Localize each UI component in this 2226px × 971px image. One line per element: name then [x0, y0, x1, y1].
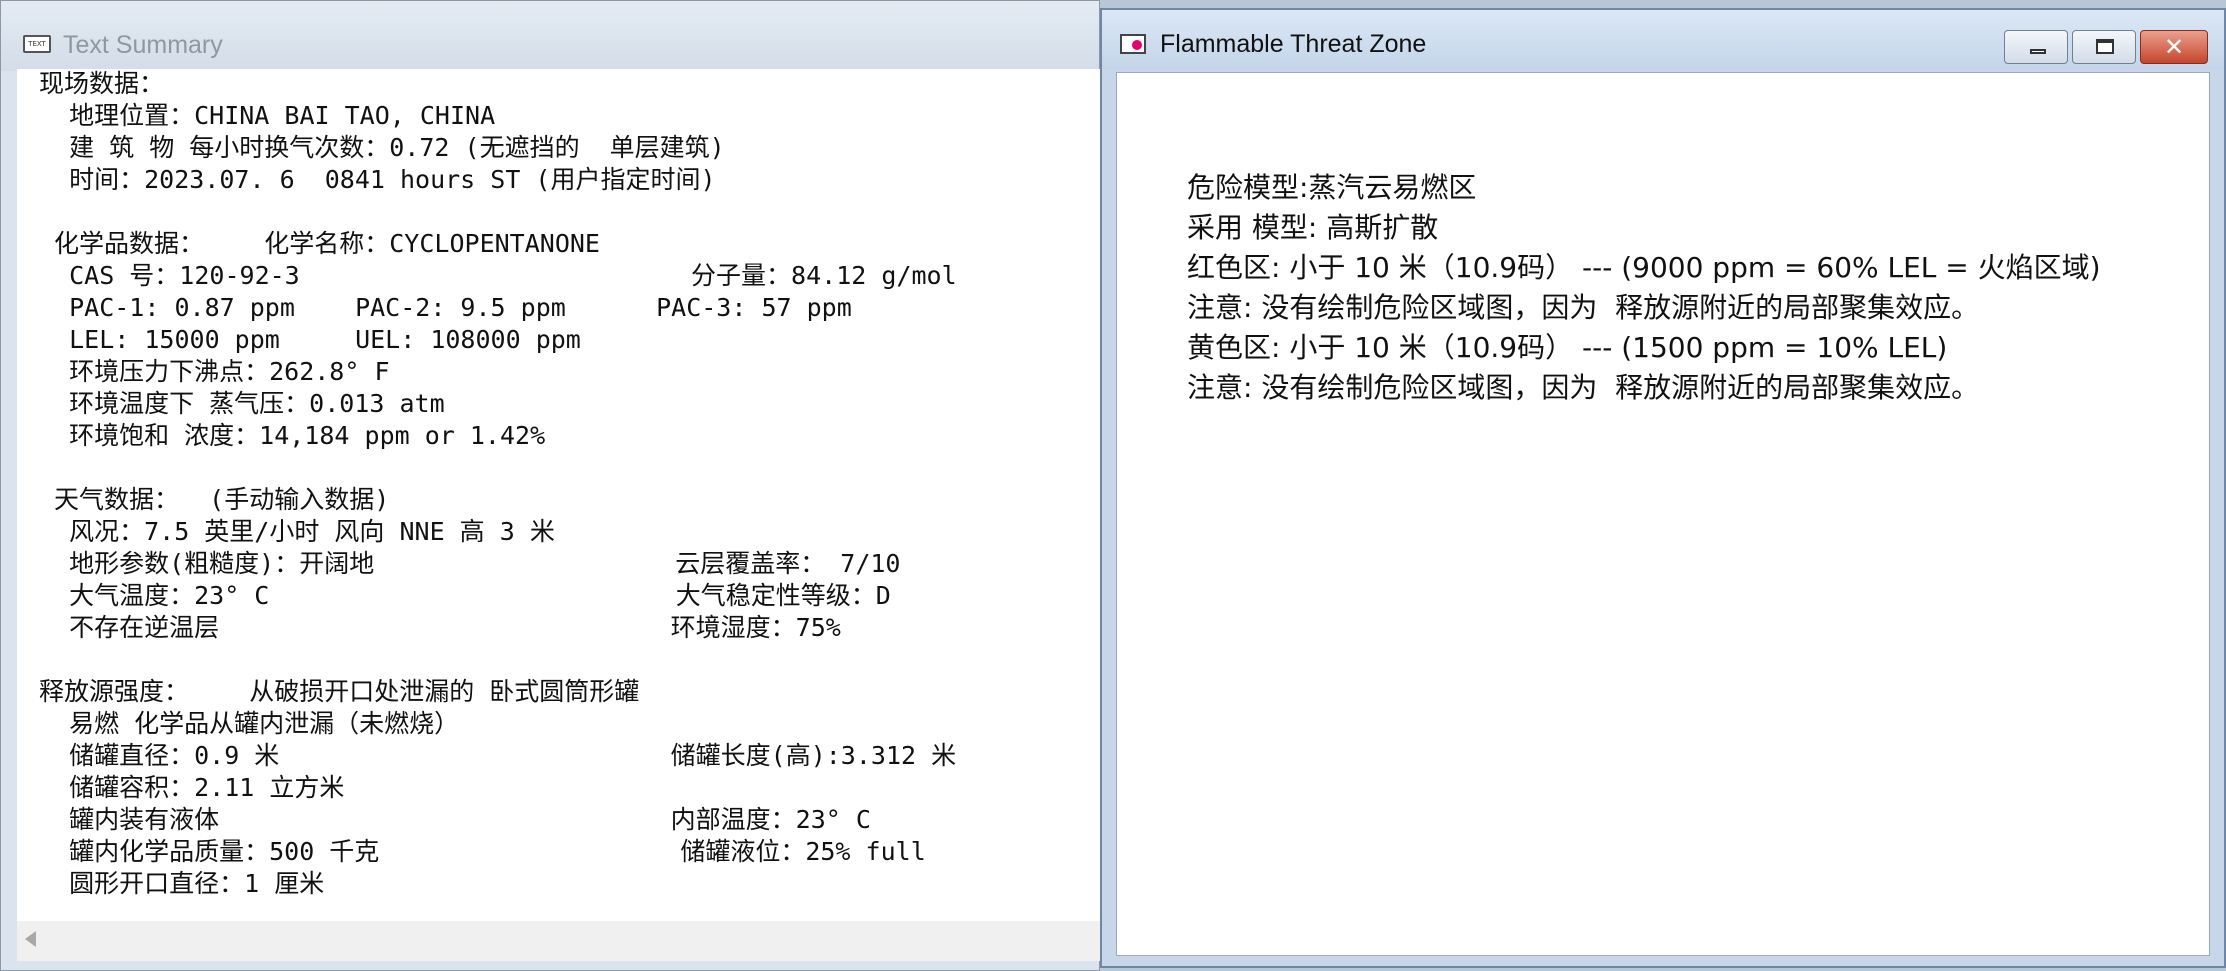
close-button[interactable]: ✕: [2140, 30, 2208, 64]
horizontal-scrollbar[interactable]: [17, 921, 1101, 961]
summary-line: 风况：7.5 英里/小时 风向 NNE 高 3 米: [39, 517, 555, 546]
summary-line: 储罐容积：2.11 立方米: [39, 773, 345, 802]
text-summary-window[interactable]: TEXT Text Summary 现场数据： 地理位置：CHINA BAI T…: [0, 0, 1101, 971]
summary-line: 环境温度下 蒸气压：0.013 atm: [39, 389, 445, 418]
minimize-button[interactable]: [2004, 30, 2068, 64]
summary-line: 释放源强度： 从破损开口处泄漏的 卧式圆筒形罐: [39, 677, 640, 706]
summary-line: 易燃 化学品从罐内泄漏（未燃烧）: [39, 709, 460, 738]
summary-line: 时间：2023.07. 6 0841 hours ST (用户指定时间): [39, 165, 716, 194]
threat-zone-titlebar[interactable]: Flammable Threat Zone ✕: [1102, 10, 2224, 70]
summary-line: 环境饱和 浓度：14,184 ppm or 1.42%: [39, 421, 546, 450]
text-summary-titlebar[interactable]: TEXT Text Summary: [1, 1, 1099, 71]
summary-line: 建 筑 物 每小时换气次数：0.72 (无遮挡的 单层建筑): [39, 133, 725, 162]
window-title: Text Summary: [63, 31, 223, 59]
threat-zone-dot: [1132, 40, 1142, 50]
summary-line: 圆形开口直径：1 厘米: [39, 869, 325, 898]
summary-line: 储罐直径：0.9 米 储罐长度(高):3.312 米: [39, 741, 957, 770]
maximize-button[interactable]: [2072, 30, 2136, 64]
summary-line: 罐内装有液体 内部温度：23° C: [39, 805, 871, 834]
threat-line: 危险模型:蒸汽云易燃区: [1187, 171, 1477, 204]
flammable-threat-zone-window[interactable]: Flammable Threat Zone ✕ 危险模型:蒸汽云易燃区 采用 模…: [1100, 8, 2226, 968]
summary-line: 现场数据：: [39, 69, 165, 98]
maximize-icon: [2096, 39, 2114, 54]
threat-zone-icon: [1120, 34, 1146, 54]
summary-line: 不存在逆温层 环境湿度：75%: [39, 613, 841, 642]
threat-zone-content: 危险模型:蒸汽云易燃区 采用 模型: 高斯扩散 红色区: 小于 10 米（10.…: [1116, 72, 2210, 956]
summary-line: 地理位置：CHINA BAI TAO, CHINA: [39, 101, 496, 130]
threat-line: 采用 模型: 高斯扩散: [1187, 211, 1439, 244]
summary-line: 化学品数据： 化学名称：CYCLOPENTANONE: [39, 229, 600, 258]
threat-line: 红色区: 小于 10 米（10.9码） --- (9000 ppm = 60% …: [1187, 251, 2101, 284]
minimize-icon: [2030, 49, 2046, 54]
summary-line: 天气数据： (手动输入数据): [39, 485, 390, 514]
threat-line: 注意: 没有绘制危险区域图，因为 释放源附近的局部聚集效应。: [1187, 371, 1980, 404]
scroll-left-arrow-icon[interactable]: [25, 931, 36, 947]
summary-line: 大气温度：23° C 大气稳定性等级：D: [39, 581, 891, 610]
summary-line: LEL: 15000 ppm UEL: 108000 ppm: [39, 325, 581, 354]
summary-line: 地形参数(粗糙度)：开阔地 云层覆盖率： 7/10: [39, 549, 901, 578]
text-summary-content: 现场数据： 地理位置：CHINA BAI TAO, CHINA 建 筑 物 每小…: [17, 69, 1101, 921]
window-title: Flammable Threat Zone: [1160, 30, 1427, 58]
summary-line: PAC-1: 0.87 ppm PAC-2: 9.5 ppm PAC-3: 57…: [39, 293, 852, 322]
summary-line: 罐内化学品质量：500 千克 储罐液位：25% full: [39, 837, 926, 866]
threat-line: 注意: 没有绘制危险区域图，因为 释放源附近的局部聚集效应。: [1187, 291, 1980, 324]
summary-line: 环境压力下沸点：262.8° F: [39, 357, 390, 386]
threat-line: 黄色区: 小于 10 米（10.9码） --- (1500 ppm = 10% …: [1187, 331, 1948, 364]
summary-line: CAS 号：120-92-3 分子量：84.12 g/mol: [39, 261, 957, 290]
close-icon: ✕: [2163, 33, 2185, 61]
text-document-icon: TEXT: [23, 35, 51, 53]
